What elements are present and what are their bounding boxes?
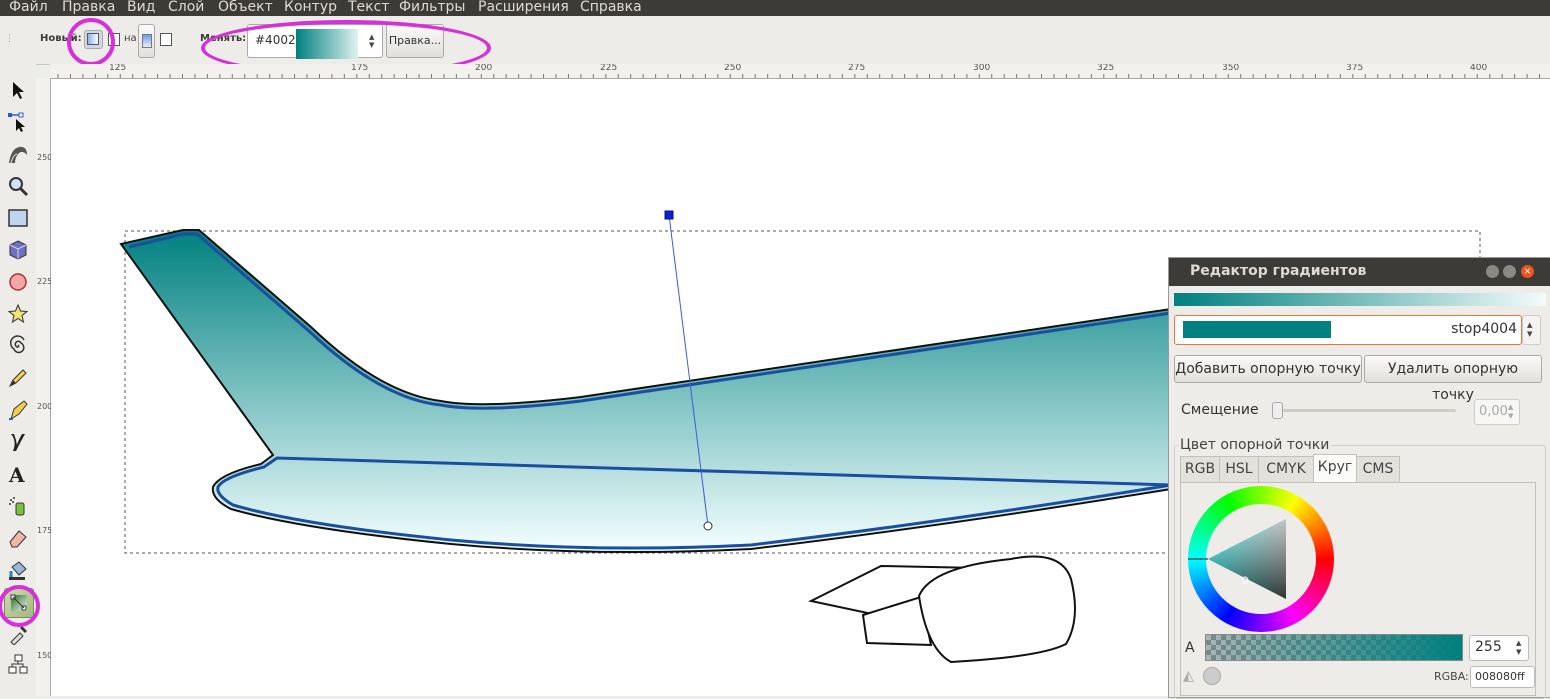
rgba-input[interactable]: 008080ff [1470, 666, 1535, 688]
stop-color-label: Цвет опорной точки [1178, 437, 1332, 453]
spray-tool-icon[interactable] [4, 492, 32, 520]
highlight-circle-new [67, 18, 115, 66]
close-icon[interactable]: × [1521, 265, 1534, 278]
ruler-number: 150 [37, 651, 53, 660]
offset-label: Смещение [1181, 402, 1259, 418]
pencil-tool-icon[interactable] [4, 364, 32, 392]
toolbox: A [0, 64, 40, 696]
ruler-number: 225 [37, 277, 53, 286]
fill-icon [142, 34, 152, 48]
text-tool-icon[interactable]: A [4, 460, 32, 488]
delete-stop-button[interactable]: Удалить опорную точку [1364, 355, 1542, 403]
star-tool-icon[interactable] [4, 300, 32, 328]
menu-view[interactable]: Вид [127, 0, 155, 15]
menu-text[interactable]: Текст [348, 0, 389, 15]
3d-box-tool-icon[interactable] [4, 236, 32, 264]
ruler-number: 325 [1097, 64, 1115, 73]
gradient-editor-dialog: Редактор градиентов × stop4004 ▲ ▼ Добав… [1168, 257, 1550, 699]
color-managed-icon[interactable]: ◭ [1183, 668, 1194, 684]
menu-help[interactable]: Справка [580, 0, 642, 15]
calligraphy-tool-icon[interactable] [4, 428, 32, 456]
menu-file[interactable]: Файл [9, 0, 48, 15]
add-stop-button[interactable]: Добавить опорную точку [1174, 355, 1362, 383]
up-arrow-icon: ▲ [1508, 403, 1514, 411]
dialog-titlebar[interactable]: Редактор градиентов × [1169, 258, 1550, 286]
down-arrow-icon: ▼ [1516, 648, 1522, 656]
tab-cms[interactable]: CMS [1356, 456, 1400, 482]
offset-value: 0,00 [1479, 404, 1508, 419]
color-triangle[interactable] [1188, 486, 1348, 638]
menu-filters[interactable]: Фильтры [399, 0, 465, 15]
grip-icon: ⋮ [5, 34, 14, 44]
alpha-label: A [1185, 640, 1195, 656]
down-arrow-icon: ▼ [1508, 412, 1514, 420]
stop-select-arrows[interactable]: ▲ ▼ [1522, 315, 1541, 345]
rectangle-tool-icon[interactable] [4, 204, 32, 232]
stop-name: stop4004 [1451, 321, 1517, 337]
tweak-tool-icon[interactable] [4, 140, 32, 168]
maximize-icon[interactable] [1503, 265, 1516, 278]
zoom-tool-icon[interactable] [4, 172, 32, 200]
svg-text:A: A [8, 463, 25, 485]
node-tool-icon[interactable] [4, 108, 32, 136]
tab-rgb[interactable]: RGB [1180, 456, 1220, 482]
menu-object[interactable]: Объект [218, 0, 273, 15]
ellipse-tool-icon[interactable] [4, 268, 32, 296]
ruler-number: 375 [1346, 64, 1364, 73]
ruler-number: 400 [1470, 64, 1488, 73]
ruler-ticks [57, 74, 1541, 78]
menu-bar: Файл Правка Вид Слой Объект Контур Текст… [0, 0, 1550, 16]
alpha-slider[interactable] [1205, 634, 1463, 661]
ruler-number: 200 [37, 402, 53, 411]
paint-bucket-tool-icon[interactable] [4, 556, 32, 584]
selector-tool-icon[interactable] [4, 76, 32, 104]
tab-wheel[interactable]: Круг [1313, 454, 1357, 482]
on-fill-button[interactable] [138, 24, 155, 58]
up-arrow-icon: ▲ [1516, 639, 1522, 647]
ruler-number: 300 [973, 64, 991, 73]
tool-controls-bar: ⋮ Новый: на Менять: #4002 ▲ ▼ Правка... [0, 16, 1550, 76]
menu-edit[interactable]: Правка [62, 0, 115, 15]
ruler-number: 250 [724, 64, 742, 73]
color-wheel-panel [1180, 482, 1536, 696]
on-label: на [124, 33, 137, 44]
minimize-icon[interactable] [1486, 265, 1499, 278]
gradient-end-handle[interactable] [703, 521, 713, 531]
offset-slider-track[interactable] [1272, 409, 1456, 412]
stop-select[interactable]: stop4004 [1174, 315, 1522, 345]
rgba-value: 008080ff [1475, 670, 1525, 683]
tab-hsl[interactable]: HSL [1219, 456, 1259, 482]
tab-cmyk[interactable]: CMYK [1258, 456, 1314, 482]
menu-extensions[interactable]: Расширения [478, 0, 569, 15]
dialog-title: Редактор градиентов [1190, 263, 1367, 279]
stop-color-swatch [1183, 321, 1331, 338]
ruler-number: 250 [37, 153, 53, 162]
alpha-value: 255 [1475, 639, 1502, 655]
up-arrow-icon: ▲ [1527, 321, 1533, 329]
down-arrow-icon: ▼ [1527, 330, 1533, 338]
menu-path[interactable]: Контур [284, 0, 337, 15]
top-ruler: 125 175 200 225 250 275 300 325 350 375 … [50, 64, 1550, 79]
spiral-tool-icon[interactable] [4, 332, 32, 360]
offset-input[interactable]: 0,00 ▲ ▼ [1474, 399, 1520, 425]
ruler-number: 275 [848, 64, 866, 73]
ruler-number: 350 [1222, 64, 1240, 73]
rgba-label: RGBA: [1434, 670, 1469, 683]
gradient-start-handle[interactable] [664, 210, 674, 220]
gradient-preview-bar [1174, 293, 1546, 306]
offset-slider-handle[interactable] [1272, 402, 1283, 419]
ruler-number: 225 [600, 64, 618, 73]
ruler-number: 125 [109, 64, 127, 73]
on-stroke-icon[interactable] [160, 33, 172, 46]
ruler-number: 175 [37, 526, 53, 535]
pen-tool-icon[interactable] [4, 396, 32, 424]
ruler-number: 175 [351, 64, 369, 73]
highlight-circle-gradient-tool [0, 585, 40, 627]
menu-layer[interactable]: Слой [168, 0, 204, 15]
alpha-input[interactable]: 255 ▲ ▼ [1469, 635, 1529, 661]
eraser-tool-icon[interactable] [4, 524, 32, 552]
out-of-gamut-icon[interactable] [1203, 667, 1221, 685]
ruler-number: 200 [475, 64, 493, 73]
connector-tool-icon[interactable] [4, 650, 32, 678]
